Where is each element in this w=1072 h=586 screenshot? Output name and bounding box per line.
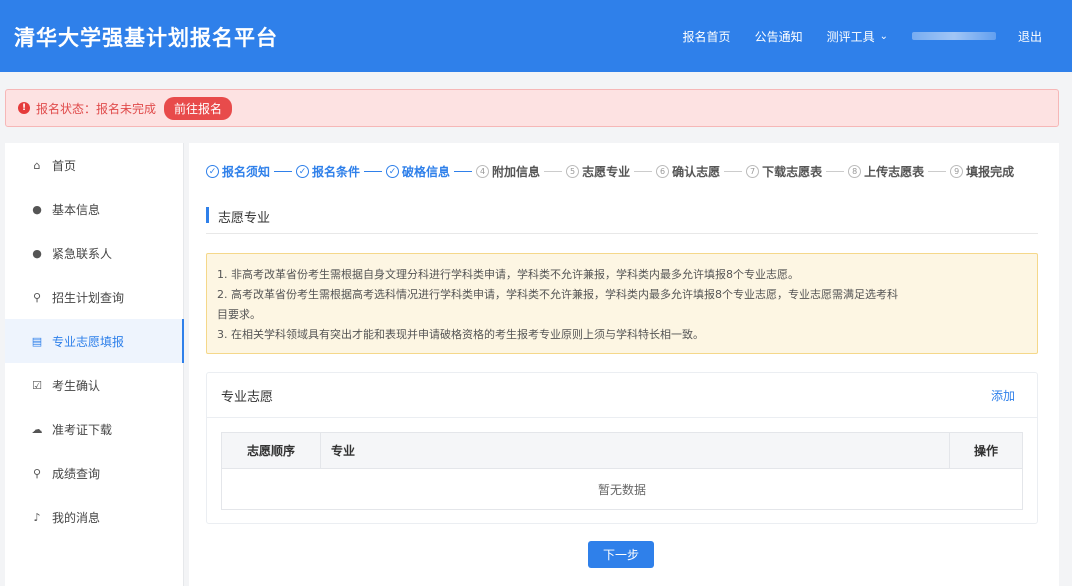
step-number: 6 bbox=[656, 165, 670, 178]
notice-line-3: 3. 在相关学科领域具有突出才能和表现并申请破格资格的考生报考专业原则上须与学科… bbox=[217, 328, 704, 341]
registration-status-text: 报名状态：报名未完成 bbox=[36, 101, 157, 116]
search-icon: ⚲ bbox=[32, 466, 42, 480]
check-circle-icon: ✓ bbox=[206, 165, 219, 178]
chevron-down-icon: ⌄ bbox=[879, 30, 888, 42]
document-icon: ▤ bbox=[31, 334, 43, 348]
column-header-major: 专业 bbox=[321, 433, 950, 468]
step-7: 7 下载志愿表 bbox=[746, 163, 822, 180]
username-blurred[interactable] bbox=[911, 32, 996, 40]
nav-home-link[interactable]: 报名首页 bbox=[683, 28, 731, 45]
step-number: 5 bbox=[566, 165, 580, 178]
add-button[interactable]: 添加 bbox=[991, 387, 1015, 404]
sidebar-item-emergency-contact[interactable]: ● 紧急联系人 bbox=[5, 231, 183, 275]
step-number: 4 bbox=[476, 165, 490, 178]
top-nav: 报名首页 公告通知 测评工具 ⌄ 退出 bbox=[683, 0, 1072, 72]
home-icon: ⌂ bbox=[33, 158, 41, 172]
nav-tools-dropdown[interactable]: 测评工具 ⌄ bbox=[827, 28, 888, 45]
sidebar-item-label: 紧急联系人 bbox=[52, 246, 113, 261]
search-icon: ⚲ bbox=[32, 290, 42, 304]
step-6: 6 确认志愿 bbox=[656, 163, 720, 180]
sidebar-item-label: 考生确认 bbox=[52, 378, 101, 393]
sidebar-item-label: 专业志愿填报 bbox=[52, 334, 125, 349]
main-content: ✓ 报名须知 ✓ 报名条件 ✓ 破格信息 4 附加信息 5 志愿专业 6 确认志愿 7 下载志… bbox=[189, 143, 1059, 586]
user-icon: ● bbox=[32, 246, 42, 260]
step-9: 9 填报完成 bbox=[950, 163, 1014, 180]
step-8: 8 上传志愿表 bbox=[848, 163, 924, 180]
progress-steps: ✓ 报名须知 ✓ 报名条件 ✓ 破格信息 4 附加信息 5 志愿专业 6 确认志愿 7 下载志… bbox=[206, 163, 1014, 180]
logout-link[interactable]: 退出 bbox=[1018, 28, 1042, 45]
notice-line-1: 1. 非高考改革省份考生需根据自身文理分科进行学科类申请，学科类不允许兼报，学科… bbox=[217, 268, 799, 281]
sidebar-item-label: 首页 bbox=[52, 158, 77, 173]
nav-notice-link[interactable]: 公告通知 bbox=[755, 28, 803, 45]
sidebar-item-score-query[interactable]: ⚲ 成绩查询 bbox=[5, 451, 183, 495]
step-number: 8 bbox=[848, 165, 862, 178]
site-title: 清华大学强基计划报名平台 bbox=[14, 26, 278, 50]
step-connector bbox=[274, 171, 293, 172]
sidebar-item-label: 成绩查询 bbox=[52, 466, 101, 481]
step-1: ✓ 报名须知 bbox=[206, 163, 270, 180]
card-header: 专业志愿 添加 bbox=[207, 373, 1037, 418]
user-icon: ● bbox=[32, 202, 42, 216]
card-title: 专业志愿 bbox=[221, 389, 274, 405]
sidebar-item-label: 我的消息 bbox=[52, 510, 101, 525]
sidebar-item-candidate-confirm[interactable]: ☑ 考生确认 bbox=[5, 363, 183, 407]
step-connector bbox=[724, 171, 743, 172]
step-label: 确认志愿 bbox=[672, 165, 721, 179]
step-connector bbox=[826, 171, 845, 172]
step-5: 5 志愿专业 bbox=[566, 163, 630, 180]
nav-tools-label: 测评工具 bbox=[826, 29, 875, 44]
cloud-download-icon: ☁ bbox=[31, 422, 43, 436]
step-label: 填报完成 bbox=[966, 165, 1015, 179]
step-connector bbox=[454, 171, 473, 172]
sidebar-item-home[interactable]: ⌂ 首页 bbox=[5, 143, 183, 187]
table-header: 志愿顺序 专业 操作 bbox=[222, 433, 1022, 469]
sidebar: ⌂ 首页 ● 基本信息 ● 紧急联系人 ⚲ 招生计划查询 ▤ 专业志愿填报 ☑ … bbox=[5, 143, 184, 586]
step-number: 7 bbox=[746, 165, 760, 178]
sidebar-item-label: 招生计划查询 bbox=[52, 290, 125, 305]
checkbox-icon: ☑ bbox=[32, 378, 42, 392]
check-circle-icon: ✓ bbox=[296, 165, 310, 178]
check-circle-icon: ✓ bbox=[386, 165, 400, 178]
preferences-table: 志愿顺序 专业 操作 暂无数据 bbox=[221, 432, 1023, 510]
column-header-order: 志愿顺序 bbox=[222, 433, 321, 468]
sidebar-item-major-application[interactable]: ▤ 专业志愿填报 bbox=[5, 319, 184, 363]
step-4: 4 附加信息 bbox=[476, 163, 540, 180]
step-number: 9 bbox=[950, 165, 964, 178]
major-preferences-card: 专业志愿 添加 志愿顺序 专业 操作 暂无数据 bbox=[206, 372, 1038, 524]
notice-box: 1. 非高考改革省份考生需根据自身文理分科进行学科类申请，学科类不允许兼报，学科… bbox=[206, 253, 1038, 354]
column-header-actions: 操作 bbox=[973, 444, 998, 458]
section-heading: 志愿专业 bbox=[206, 204, 1038, 234]
step-connector bbox=[364, 171, 383, 172]
heading-accent-bar bbox=[206, 207, 209, 223]
step-connector bbox=[544, 171, 563, 172]
sidebar-item-plan-query[interactable]: ⚲ 招生计划查询 bbox=[5, 275, 183, 319]
step-label: 志愿专业 bbox=[582, 165, 631, 179]
sidebar-item-messages[interactable]: ♪ 我的消息 bbox=[5, 495, 183, 539]
sidebar-item-label: 准考证下载 bbox=[52, 422, 113, 437]
step-2: ✓ 报名条件 bbox=[296, 163, 360, 180]
step-label: 报名须知 bbox=[222, 165, 271, 179]
step-label: 上传志愿表 bbox=[864, 165, 925, 179]
section-title-text: 志愿专业 bbox=[218, 211, 271, 226]
sidebar-item-basic-info[interactable]: ● 基本信息 bbox=[5, 187, 183, 231]
step-label: 附加信息 bbox=[492, 165, 541, 179]
top-header: 清华大学强基计划报名平台 报名首页 公告通知 测评工具 ⌄ 退出 bbox=[0, 0, 1072, 72]
step-connector bbox=[634, 171, 653, 172]
go-register-button[interactable]: 前往报名 bbox=[164, 96, 233, 120]
step-3: ✓ 破格信息 bbox=[386, 163, 450, 180]
step-connector bbox=[928, 171, 947, 172]
bell-icon: ♪ bbox=[33, 510, 41, 524]
sidebar-item-label: 基本信息 bbox=[52, 202, 101, 217]
empty-state: 暂无数据 bbox=[597, 482, 646, 497]
alert-icon: ! bbox=[18, 102, 30, 114]
step-label: 破格信息 bbox=[402, 165, 451, 179]
next-step-button[interactable]: 下一步 bbox=[588, 541, 654, 568]
notice-line-2-cont: 目要求。 bbox=[217, 308, 261, 321]
step-label: 报名条件 bbox=[312, 165, 361, 179]
step-label: 下载志愿表 bbox=[762, 165, 823, 179]
registration-status-alert: ! 报名状态：报名未完成 前往报名 bbox=[5, 89, 1059, 127]
sidebar-item-admission-ticket[interactable]: ☁ 准考证下载 bbox=[5, 407, 183, 451]
notice-line-2: 2. 高考改革省份考生需根据高考选科情况进行学科类申请，学科类不允许兼报，学科类… bbox=[217, 288, 898, 301]
